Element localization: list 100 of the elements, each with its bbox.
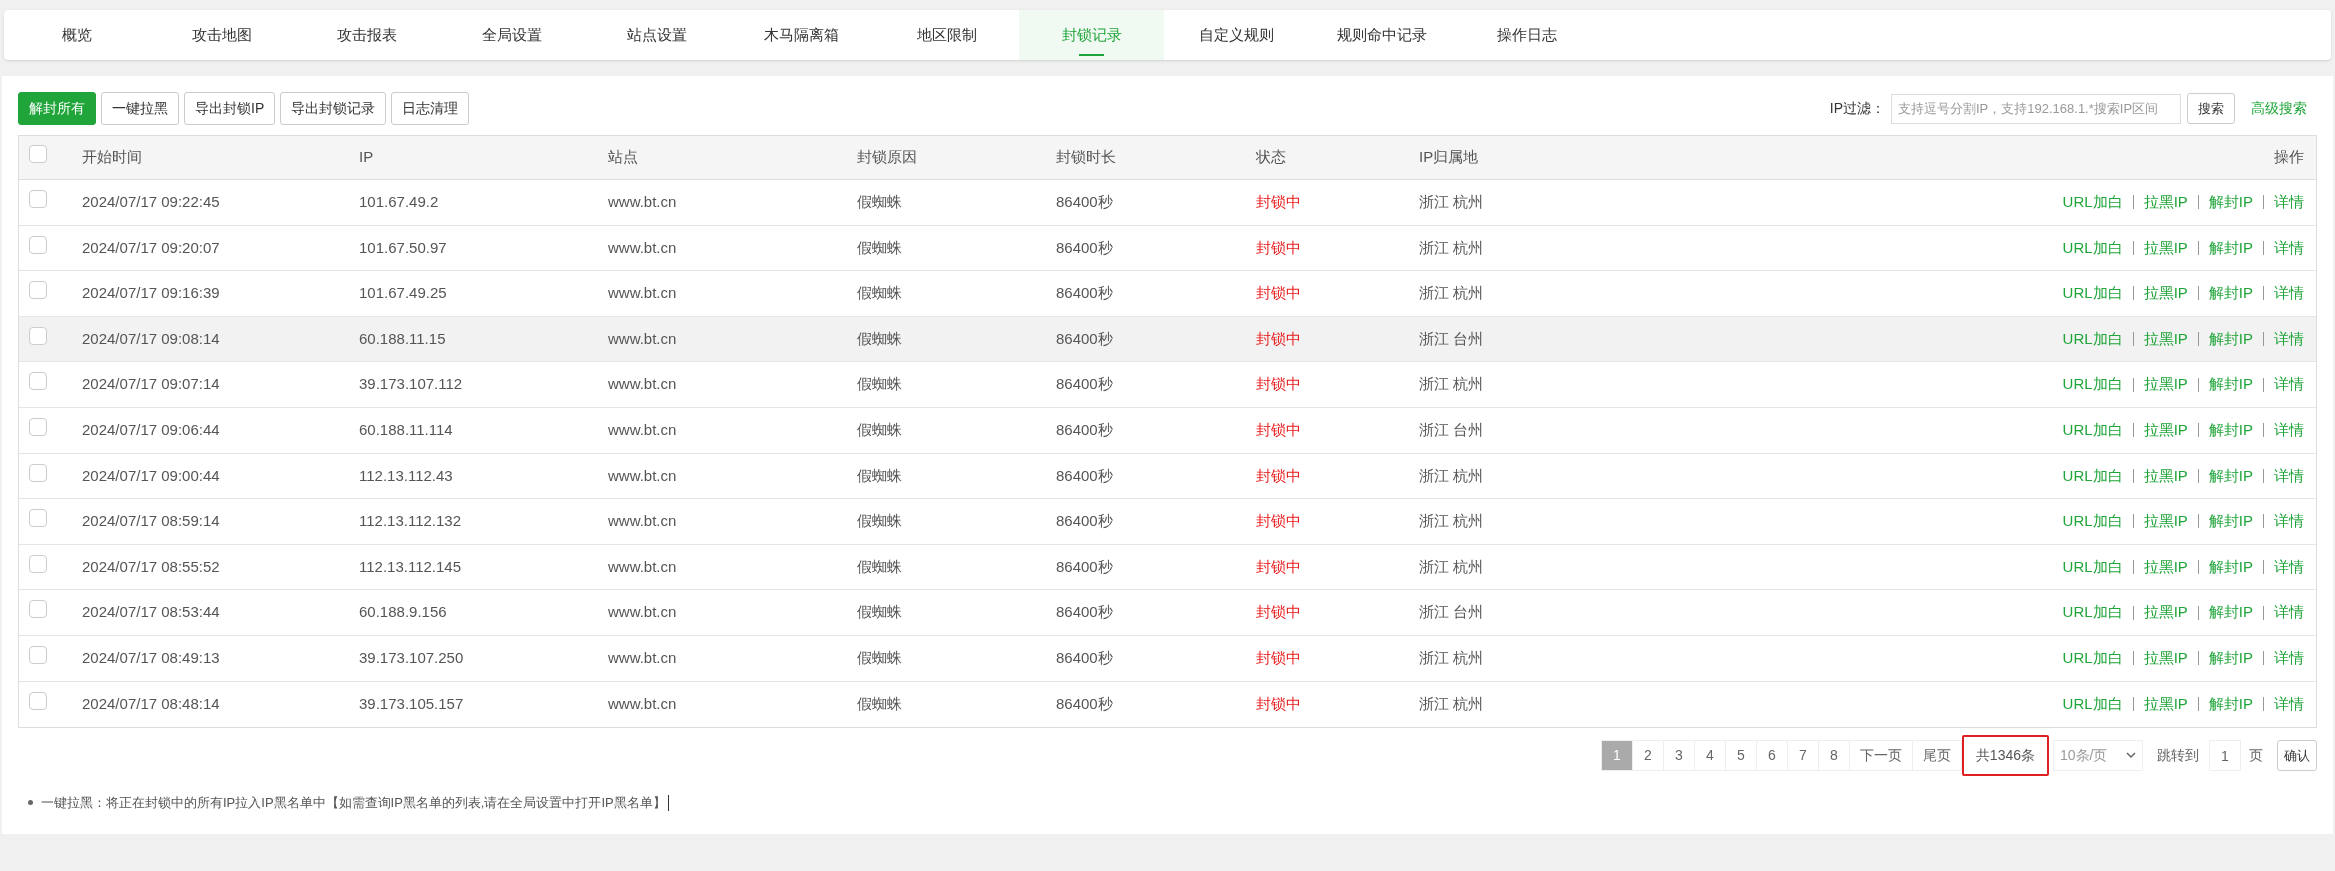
- action-link[interactable]: 解封IP: [2208, 419, 2253, 442]
- action-link[interactable]: 拉黑IP: [2143, 327, 2188, 351]
- action-link[interactable]: URL加白: [2062, 327, 2123, 351]
- toolbar-button[interactable]: 导出封锁记录: [280, 92, 387, 125]
- last-page-button[interactable]: 尾页: [1912, 740, 1962, 772]
- page-button[interactable]: 6: [1756, 740, 1788, 772]
- action-link[interactable]: 解封IP: [2208, 555, 2253, 579]
- status-text: 封锁中: [1256, 649, 1301, 666]
- page-button[interactable]: 1: [1601, 740, 1633, 772]
- checkbox[interactable]: [29, 190, 47, 209]
- action-link[interactable]: URL加白: [2062, 693, 2123, 716]
- action-link[interactable]: 拉黑IP: [2143, 647, 2188, 670]
- action-link[interactable]: 解封IP: [2208, 282, 2253, 305]
- action-link[interactable]: URL加白: [2062, 555, 2123, 579]
- tab[interactable]: 攻击地图: [149, 10, 294, 60]
- page-button[interactable]: 8: [1818, 740, 1850, 772]
- tab[interactable]: 全局设置: [439, 10, 584, 60]
- toolbar-button[interactable]: 解封所有: [18, 92, 96, 125]
- action-link[interactable]: 拉黑IP: [2143, 191, 2188, 214]
- action-link[interactable]: 详情: [2274, 236, 2304, 260]
- action-link[interactable]: URL加白: [2062, 510, 2123, 533]
- table-cell: 101.67.50.97: [359, 238, 447, 256]
- page-button[interactable]: 3: [1663, 740, 1695, 772]
- action-link[interactable]: 详情: [2274, 464, 2304, 488]
- checkbox[interactable]: [29, 235, 47, 254]
- action-link[interactable]: 拉黑IP: [2143, 236, 2188, 260]
- action-link[interactable]: URL加白: [2062, 282, 2123, 305]
- ip-filter-field[interactable]: 支持逗号分割IP，支持192.168.1.*搜索IP区间: [1891, 93, 2181, 124]
- action-link[interactable]: 拉黑IP: [2143, 282, 2188, 305]
- table-cell: 2024/07/17 09:16:39: [82, 284, 220, 302]
- action-link[interactable]: 解封IP: [2208, 510, 2253, 533]
- tab[interactable]: 封锁记录: [1019, 10, 1164, 60]
- action-link[interactable]: 详情: [2274, 327, 2304, 351]
- action-link[interactable]: 详情: [2274, 555, 2304, 579]
- action-link[interactable]: 详情: [2274, 191, 2304, 214]
- action-link[interactable]: 拉黑IP: [2143, 510, 2188, 533]
- toolbar-button[interactable]: 一键拉黑: [101, 92, 179, 125]
- action-link[interactable]: 拉黑IP: [2143, 601, 2188, 624]
- checkbox[interactable]: [29, 509, 47, 528]
- action-link[interactable]: 详情: [2274, 601, 2304, 624]
- tab[interactable]: 站点设置: [584, 10, 729, 60]
- action-link[interactable]: 解封IP: [2208, 693, 2253, 716]
- action-link[interactable]: 解封IP: [2208, 236, 2253, 260]
- action-link[interactable]: 解封IP: [2208, 327, 2253, 351]
- advanced-search-link[interactable]: 高级搜索: [2251, 98, 2307, 119]
- action-link[interactable]: 拉黑IP: [2143, 464, 2188, 488]
- search-button[interactable]: 搜索: [2187, 93, 2235, 124]
- checkbox[interactable]: [29, 145, 47, 164]
- action-link[interactable]: 拉黑IP: [2143, 693, 2188, 716]
- tab[interactable]: 概览: [4, 10, 149, 60]
- action-link[interactable]: URL加白: [2062, 191, 2123, 214]
- table-cell: 浙江 杭州: [1419, 649, 1484, 666]
- action-link[interactable]: URL加白: [2062, 647, 2123, 670]
- action-link[interactable]: 解封IP: [2208, 601, 2253, 624]
- checkbox[interactable]: [29, 372, 47, 391]
- page-button[interactable]: 5: [1725, 740, 1757, 772]
- action-link[interactable]: 详情: [2274, 282, 2304, 305]
- page-button[interactable]: 2: [1632, 740, 1664, 772]
- checkbox[interactable]: [29, 692, 47, 711]
- table-cell: www.bt.cn: [608, 603, 677, 621]
- checkbox[interactable]: [29, 326, 47, 345]
- action-link[interactable]: URL加白: [2062, 236, 2123, 260]
- checkbox[interactable]: [29, 600, 47, 619]
- page-button[interactable]: 7: [1787, 740, 1819, 772]
- table-cell: 假蜘蛛: [857, 695, 902, 713]
- action-link[interactable]: 解封IP: [2208, 647, 2253, 670]
- page-button[interactable]: 4: [1694, 740, 1726, 772]
- action-link[interactable]: URL加白: [2062, 373, 2123, 396]
- action-link[interactable]: 拉黑IP: [2143, 373, 2188, 396]
- toolbar-button[interactable]: 日志清理: [391, 92, 470, 125]
- action-link[interactable]: URL加白: [2062, 464, 2123, 488]
- tab[interactable]: 木马隔离箱: [729, 10, 874, 60]
- tab[interactable]: 攻击报表: [294, 10, 439, 60]
- toolbar-button[interactable]: 导出封锁IP: [184, 92, 276, 125]
- action-link[interactable]: 解封IP: [2208, 191, 2253, 214]
- confirm-button[interactable]: 确认: [2277, 740, 2317, 772]
- action-link[interactable]: 拉黑IP: [2143, 419, 2188, 442]
- action-link[interactable]: 详情: [2274, 510, 2304, 533]
- tab[interactable]: 规则命中记录: [1309, 10, 1454, 60]
- action-link[interactable]: 详情: [2274, 419, 2304, 442]
- action-link[interactable]: URL加白: [2062, 419, 2123, 442]
- action-link[interactable]: URL加白: [2062, 601, 2123, 624]
- action-link[interactable]: 解封IP: [2208, 373, 2253, 396]
- action-link[interactable]: 详情: [2274, 693, 2304, 716]
- per-page-select[interactable]: 10条/页: [2053, 740, 2143, 772]
- tab[interactable]: 自定义规则: [1164, 10, 1309, 60]
- table-cell: 112.13.112.43: [359, 466, 453, 484]
- checkbox[interactable]: [29, 463, 47, 482]
- tab[interactable]: 操作日志: [1454, 10, 1599, 60]
- tab[interactable]: 地区限制: [874, 10, 1019, 60]
- next-page-button[interactable]: 下一页: [1849, 740, 1913, 772]
- checkbox[interactable]: [29, 554, 47, 573]
- checkbox[interactable]: [29, 281, 47, 300]
- checkbox[interactable]: [29, 646, 47, 664]
- action-link[interactable]: 解封IP: [2208, 464, 2253, 488]
- action-link[interactable]: 详情: [2274, 373, 2304, 396]
- action-link[interactable]: 拉黑IP: [2143, 555, 2188, 579]
- action-link[interactable]: 详情: [2274, 647, 2304, 670]
- page-number-field[interactable]: 1: [2209, 740, 2241, 772]
- checkbox[interactable]: [29, 418, 47, 436]
